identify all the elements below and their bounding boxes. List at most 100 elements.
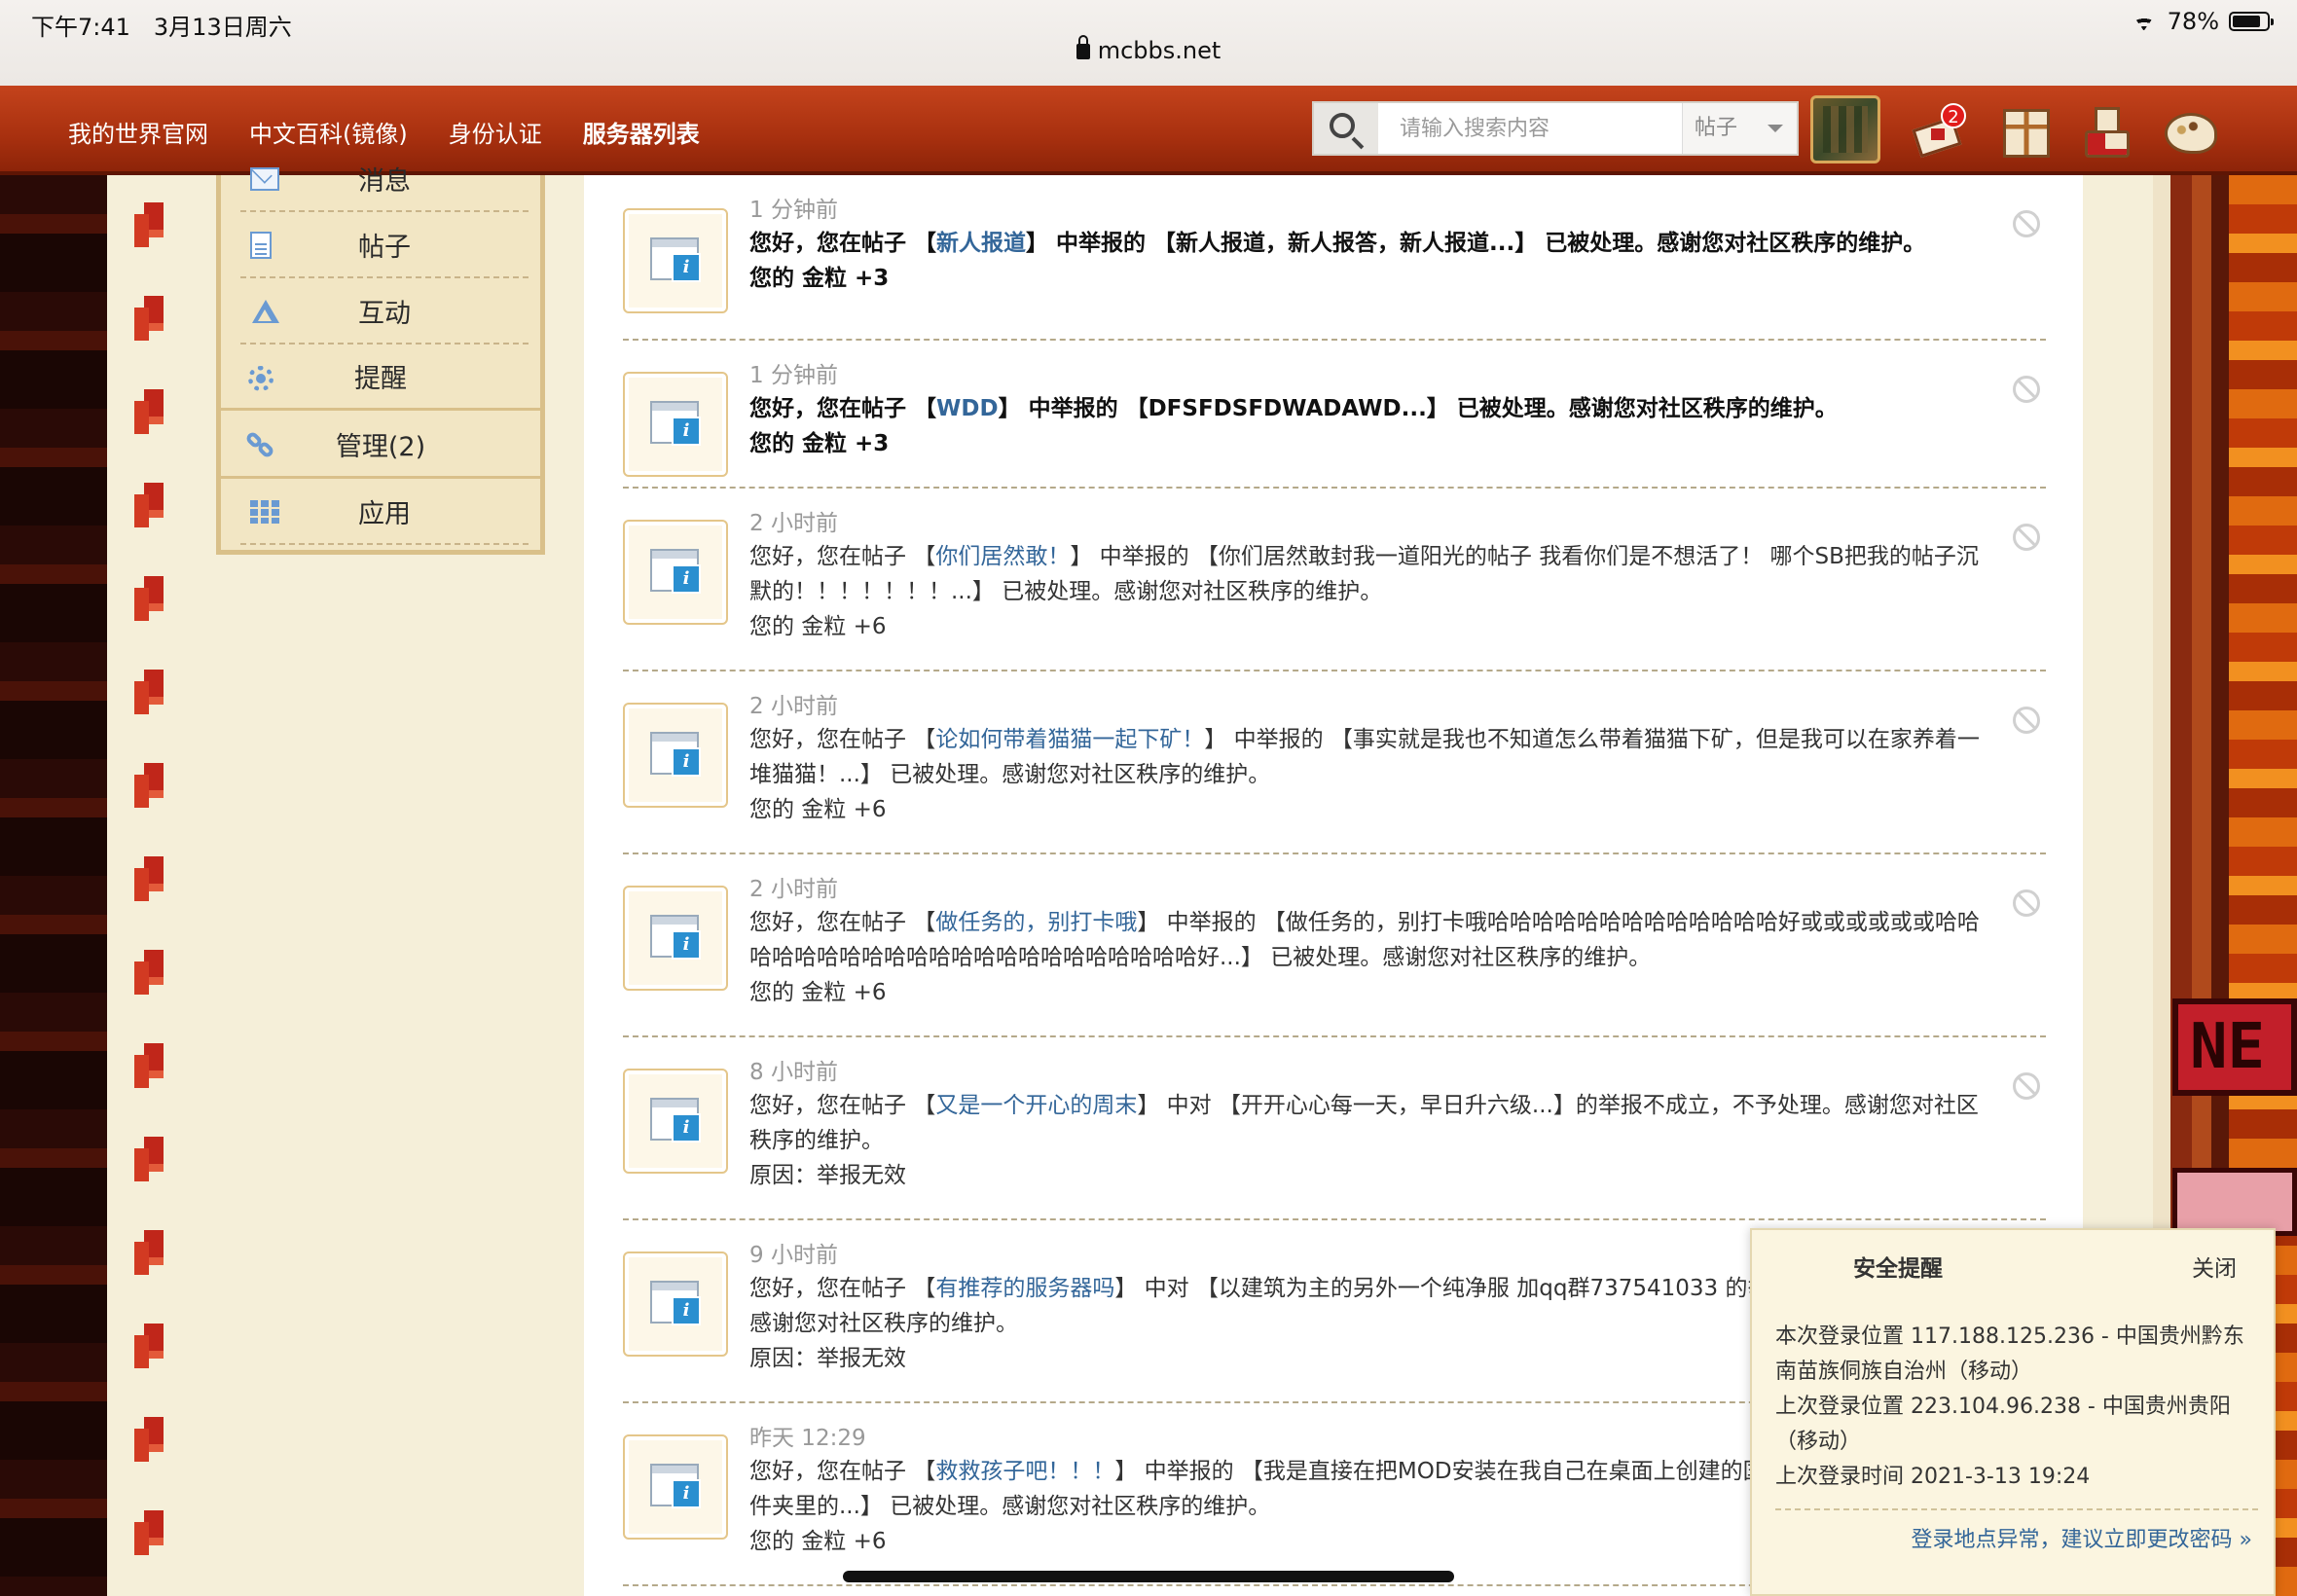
nav-link-servers[interactable]: 服务器列表: [583, 115, 700, 149]
notice-body: 您好，您在帖子 【WDD】 中举报的 【DFSFDSFDWADAWD...】 已…: [749, 391, 1995, 461]
notice-time: 2 小时前: [749, 877, 838, 902]
ban-icon[interactable]: [2013, 889, 2040, 917]
decorative-block: [2172, 1168, 2297, 1236]
notice-avatar: i: [623, 886, 728, 991]
messages-button[interactable]: 2: [1912, 103, 1966, 159]
lock-icon: [1076, 35, 1090, 59]
user-menu-icon[interactable]: [2079, 103, 2133, 158]
sidebar-item-reminders[interactable]: 提醒: [221, 345, 540, 411]
notice-text: 您好，您在帖子 【: [749, 1459, 936, 1484]
notice-time: 1 分钟前: [749, 198, 838, 223]
change-password-link[interactable]: 登录地点异常，建议立即更改密码 »: [1912, 1522, 2252, 1553]
nav-link-official[interactable]: 我的世界官网: [68, 115, 208, 149]
notice-time: 2 小时前: [749, 694, 838, 719]
notice-reward: 您的 金粒 +3: [749, 266, 890, 291]
security-alert-title: 安全提醒: [1853, 1256, 1943, 1282]
home-indicator[interactable]: [843, 1571, 1454, 1582]
sidebar-item-messages[interactable]: 消息: [240, 146, 529, 212]
info-icon: i: [672, 564, 701, 594]
info-icon: i: [672, 747, 701, 777]
search-button[interactable]: [1314, 103, 1378, 154]
ban-icon[interactable]: [2013, 707, 2040, 734]
list-item: i 2 小时前 您好，您在帖子 【你们居然敢！】 中举报的 【你们居然敢封我一道…: [623, 489, 2046, 671]
sidebar-item-label: 互动: [358, 298, 411, 329]
background-left: [0, 175, 107, 1596]
notice-avatar: i: [623, 520, 728, 625]
thread-link[interactable]: 又是一个开心的周末: [935, 1093, 1137, 1118]
sidebar-item-posts[interactable]: 帖子: [240, 212, 529, 278]
notice-avatar: i: [623, 1069, 728, 1174]
notice-time: 9 小时前: [749, 1243, 838, 1268]
current-login-location: 本次登录位置 117.188.125.236 - 中国贵州黔东南苗族侗族自治州（…: [1775, 1324, 2244, 1384]
list-item: i 1 分钟前 您好，您在帖子 【WDD】 中举报的 【DFSFDSFDWADA…: [623, 341, 2046, 489]
palette-icon[interactable]: [2161, 103, 2217, 158]
sidebar-item-label: 帖子: [358, 232, 411, 263]
notice-avatar: i: [623, 1434, 728, 1540]
info-icon: i: [672, 1479, 701, 1508]
notice-text: 您好，您在帖子 【: [749, 396, 937, 421]
info-icon: i: [672, 417, 701, 446]
notice-reward: 您的 金粒 +6: [749, 614, 887, 639]
close-button[interactable]: 关闭: [2192, 1250, 2237, 1283]
previous-login-time: 上次登录时间 2021-3-13 19:24: [1775, 1465, 2091, 1489]
address-bar[interactable]: mcbbs.net: [0, 35, 2297, 64]
search-type-select[interactable]: 帖子: [1682, 103, 1797, 154]
nav-link-auth[interactable]: 身份认证: [449, 115, 542, 149]
notice-text: 您好，您在帖子 【: [749, 727, 936, 752]
notice-body: 您好，您在帖子 【做任务的，别打卡哦】 中举报的 【做任务的，别打卡哦哈哈哈哈哈…: [749, 905, 1995, 1010]
notice-text: 】 中举报的 【新人报道，新人报答，新人报道...】 已被处理。感谢您对社区秩序…: [1026, 231, 1926, 256]
thread-link[interactable]: 有推荐的服务器吗: [935, 1276, 1114, 1301]
ban-icon[interactable]: [2013, 210, 2040, 237]
ban-icon[interactable]: [2013, 524, 2040, 551]
notice-text: 您好，您在帖子 【: [749, 1093, 936, 1118]
thread-link[interactable]: WDD: [936, 396, 999, 421]
notice-reward: 您的 金粒 +6: [749, 980, 887, 1005]
notice-reward: 您的 金粒 +6: [749, 797, 887, 822]
sidebar-item-label: 提醒: [354, 364, 407, 394]
user-avatar[interactable]: [1810, 95, 1880, 163]
url-text: mcbbs.net: [1097, 37, 1221, 64]
sidebar-item-apps[interactable]: 应用: [240, 479, 529, 545]
notice-text: 您好，您在帖子 【: [749, 1276, 936, 1301]
battery-percent: 78%: [2167, 8, 2219, 35]
thread-link[interactable]: 你们居然敢！: [935, 544, 1070, 569]
security-alert-body: 本次登录位置 117.188.125.236 - 中国贵州黔东南苗族侗族自治州（…: [1775, 1320, 2262, 1495]
info-icon: i: [672, 930, 701, 960]
ban-icon[interactable]: [2013, 1072, 2040, 1100]
sidebar-item-label: 应用: [358, 498, 411, 529]
info-icon: i: [672, 253, 701, 282]
notice-avatar: i: [623, 372, 728, 477]
package-icon[interactable]: [1997, 103, 2052, 158]
list-item: i 1 分钟前 您好，您在帖子 【新人报道】 中举报的 【新人报道，新人报答，新…: [623, 175, 2046, 341]
chevron-down-icon: [1768, 125, 1783, 132]
status-bar: 下午7:41 3月13日周六 mcbbs.net 78%: [0, 0, 2297, 86]
security-alert-popup: 安全提醒 关闭 本次登录位置 117.188.125.236 - 中国贵州黔东南…: [1750, 1228, 2276, 1596]
thread-link[interactable]: 做任务的，别打卡哦: [935, 910, 1137, 935]
thread-link[interactable]: 新人报道: [936, 231, 1026, 256]
wifi-icon: [2131, 12, 2158, 31]
list-item: i 8 小时前 您好，您在帖子 【又是一个开心的周末】 中对 【开开心心每一天，…: [623, 1037, 2046, 1220]
notice-text: 您好，您在帖子 【: [749, 544, 936, 569]
nav-link-wiki[interactable]: 中文百科(镜像): [249, 115, 408, 149]
thread-link[interactable]: 论如何带着猫猫一起下矿！: [935, 727, 1204, 752]
notice-reward: 您的 金粒 +3: [749, 431, 890, 456]
sidebar-item-interaction[interactable]: 互动: [240, 278, 529, 345]
notification-badge: 2: [1941, 103, 1966, 128]
list-item: i 2 小时前 您好，您在帖子 【做任务的，别打卡哦】 中举报的 【做任务的，别…: [623, 854, 2046, 1037]
notice-time: 8 小时前: [749, 1060, 838, 1085]
notice-body: 您好，您在帖子 【论如何带着猫猫一起下矿！】 中举报的 【事实就是我也不知道怎么…: [749, 722, 1995, 827]
sidebar-item-label: 消息: [358, 165, 411, 197]
thread-link[interactable]: 救救孩子吧！！！: [935, 1459, 1114, 1484]
status-right: 78%: [2131, 8, 2274, 35]
notice-time: 1 分钟前: [749, 363, 838, 388]
sidebar-menu: 消息 帖子 互动 提醒 管理(2) 应用: [216, 166, 545, 555]
notice-text: 您好，您在帖子 【: [749, 231, 937, 256]
notice-reason: 原因：举报无效: [749, 1163, 906, 1188]
divider: [1775, 1508, 2258, 1510]
nav-links: 我的世界官网 中文百科(镜像) 身份认证 服务器列表: [68, 115, 700, 149]
notice-body: 您好，您在帖子 【新人报道】 中举报的 【新人报道，新人报答，新人报道...】 …: [749, 226, 1995, 296]
battery-icon: [2229, 12, 2274, 31]
ban-icon[interactable]: [2013, 376, 2040, 403]
sidebar-item-manage[interactable]: 管理(2): [221, 413, 540, 479]
search-input[interactable]: [1378, 103, 1682, 154]
